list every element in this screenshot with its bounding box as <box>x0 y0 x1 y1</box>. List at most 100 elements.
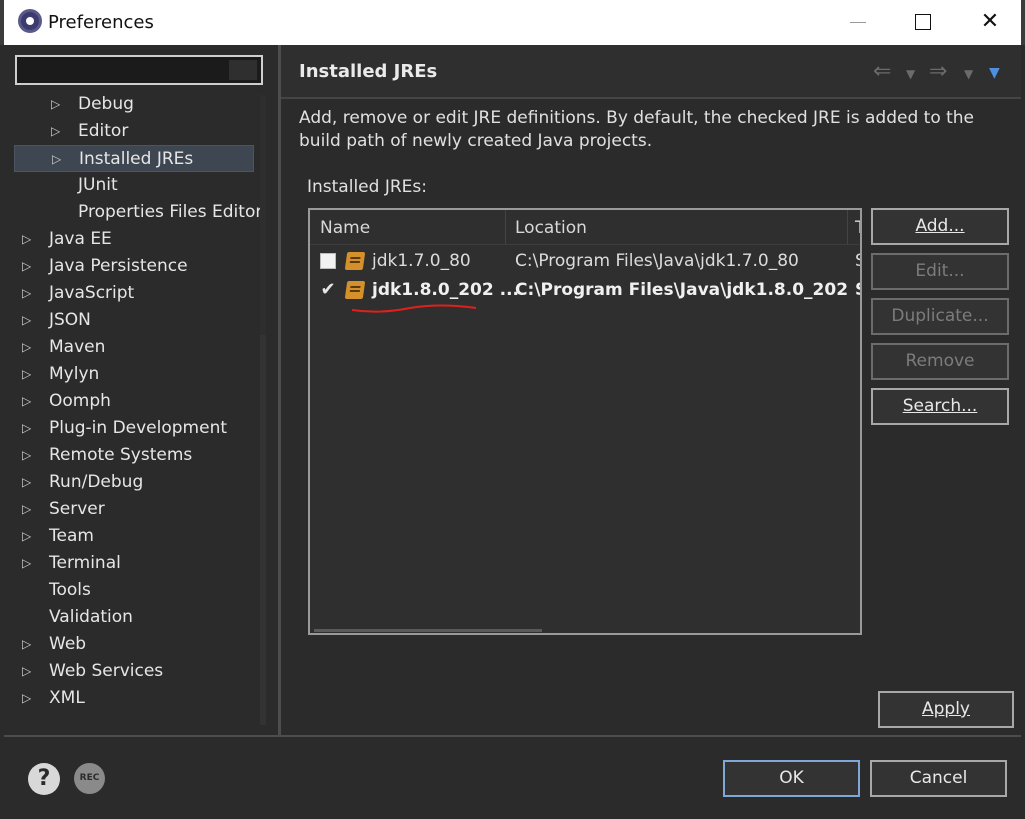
jre-checkbox-checked[interactable]: ✔ <box>320 281 336 299</box>
remove-button[interactable]: Remove <box>871 343 1009 380</box>
expand-triangle-icon[interactable]: ▷ <box>22 523 36 550</box>
jre-name: jdk1.7.0_80 <box>372 251 471 271</box>
sidebar-item-java-ee[interactable]: ▷ Java EE <box>14 226 254 253</box>
sidebar-item-terminal[interactable]: ▷ Terminal <box>14 550 254 577</box>
back-arrow-icon[interactable]: ⇐ <box>873 59 891 84</box>
table-horizontal-scrollbar[interactable] <box>314 629 542 632</box>
forward-arrow-icon[interactable]: ⇒ <box>929 59 947 84</box>
sidebar-item-label: Remote Systems <box>49 445 193 465</box>
jre-checkbox[interactable] <box>320 253 336 269</box>
expand-triangle-icon[interactable]: ▷ <box>22 496 36 523</box>
expand-triangle-icon[interactable]: ▷ <box>22 361 36 388</box>
sidebar-item-installed-jres[interactable]: ▷ Installed JREs <box>14 145 254 172</box>
sidebar-item-label: Properties Files Editor <box>78 202 263 222</box>
edit-button-label: Edit... <box>915 261 965 281</box>
expand-triangle-icon[interactable]: ▷ <box>52 146 66 173</box>
expand-triangle-icon[interactable]: ▷ <box>22 307 36 334</box>
expand-triangle-icon[interactable]: ▷ <box>22 658 36 685</box>
sidebar-item-run-debug[interactable]: ▷ Run/Debug <box>14 469 254 496</box>
sidebar-item-xml[interactable]: ▷ XML <box>14 685 254 712</box>
expand-triangle-icon[interactable]: ▷ <box>22 469 36 496</box>
expand-triangle-icon[interactable]: ▷ <box>22 226 36 253</box>
expand-triangle-icon[interactable]: ▷ <box>22 253 36 280</box>
expand-triangle-icon[interactable]: ▷ <box>22 442 36 469</box>
sidebar-item-properties-files-editor[interactable]: Properties Files Editor <box>14 199 262 226</box>
add-button[interactable]: Add... <box>871 208 1009 245</box>
page-description: Add, remove or edit JRE definitions. By … <box>299 108 975 151</box>
tree-scrollbar-thumb[interactable] <box>260 95 266 335</box>
installed-jres-label: Installed JREs: <box>307 177 427 197</box>
back-dropdown-icon[interactable]: ▼ <box>906 67 915 81</box>
sidebar-item-remote-systems[interactable]: ▷ Remote Systems <box>14 442 254 469</box>
sidebar-item-junit[interactable]: JUnit <box>14 172 254 199</box>
cancel-button[interactable]: Cancel <box>870 760 1007 797</box>
expand-triangle-icon[interactable]: ▷ <box>22 280 36 307</box>
sidebar-item-validation[interactable]: Validation <box>14 604 254 631</box>
filter-input[interactable] <box>15 55 263 85</box>
expand-triangle-icon[interactable]: ▷ <box>22 685 36 712</box>
add-button-label: Add... <box>915 216 965 236</box>
jre-library-icon <box>344 252 366 270</box>
jre-type: S <box>855 280 860 300</box>
sidebar-item-editor[interactable]: ▷ Editor <box>14 118 254 145</box>
sidebar-item-label: Team <box>49 526 94 546</box>
sidebar-item-web-services[interactable]: ▷ Web Services <box>14 658 254 685</box>
sidebar-item-label: Tools <box>49 580 91 600</box>
column-separator[interactable] <box>505 210 506 244</box>
record-macro-icon[interactable]: REC <box>74 763 105 794</box>
column-header-name[interactable]: Name <box>320 218 370 238</box>
expand-triangle-icon[interactable]: ▷ <box>22 550 36 577</box>
ok-button-label: OK <box>779 768 804 788</box>
sidebar-item-team[interactable]: ▷ Team <box>14 523 254 550</box>
sidebar-item-json[interactable]: ▷ JSON <box>14 307 254 334</box>
window-title: Preferences <box>48 12 154 33</box>
expand-triangle-icon[interactable]: ▷ <box>22 334 36 361</box>
sidebar-item-javascript[interactable]: ▷ JavaScript <box>14 280 254 307</box>
sidebar-item-maven[interactable]: ▷ Maven <box>14 334 254 361</box>
expand-triangle-icon[interactable]: ▷ <box>22 415 36 442</box>
expand-triangle-icon[interactable]: ▷ <box>51 91 65 118</box>
column-header-type[interactable]: T <box>855 218 860 238</box>
view-menu-icon[interactable]: ▼ <box>989 65 1000 81</box>
column-separator[interactable] <box>847 210 848 244</box>
sidebar-item-label: Mylyn <box>49 364 100 384</box>
sidebar-item-debug[interactable]: ▷ Debug <box>14 91 254 118</box>
sidebar-item-label: Web Services <box>49 661 164 681</box>
help-icon[interactable]: ? <box>28 763 60 795</box>
sidebar-item-oomph[interactable]: ▷ Oomph <box>14 388 254 415</box>
sidebar-item-server[interactable]: ▷ Server <box>14 496 254 523</box>
sidebar-item-tools[interactable]: Tools <box>14 577 254 604</box>
expand-triangle-icon[interactable]: ▷ <box>22 388 36 415</box>
sidebar-item-java-persistence[interactable]: ▷ Java Persistence <box>14 253 254 280</box>
expand-triangle-icon[interactable]: ▷ <box>22 631 36 658</box>
ok-button[interactable]: OK <box>723 760 860 797</box>
sidebar-item-label: Server <box>49 499 105 519</box>
column-header-location[interactable]: Location <box>515 218 587 238</box>
tree-scrollbar[interactable] <box>260 95 266 725</box>
remove-button-label: Remove <box>905 351 975 371</box>
duplicate-button[interactable]: Duplicate... <box>871 298 1009 335</box>
table-row[interactable]: ✔ jdk1.8.0_202 ... C:\Program Files\Java… <box>310 276 860 313</box>
page-header: Installed JREs ⇐ ▼ ⇒ ▼ ▼ <box>281 45 1021 99</box>
sidebar-item-label: Java EE <box>49 229 112 249</box>
search-button[interactable]: Search... <box>871 388 1009 425</box>
jre-location: C:\Program Files\Java\jdk1.8.0_202 <box>515 280 849 300</box>
apply-button[interactable]: Apply <box>878 691 1014 728</box>
sidebar-item-label: Oomph <box>49 391 111 411</box>
sidebar-item-mylyn[interactable]: ▷ Mylyn <box>14 361 254 388</box>
sidebar-item-label: JUnit <box>78 175 118 195</box>
expand-triangle-icon[interactable]: ▷ <box>51 118 65 145</box>
forward-dropdown-icon[interactable]: ▼ <box>964 67 973 81</box>
edit-button[interactable]: Edit... <box>871 253 1009 290</box>
maximize-button[interactable] <box>892 0 954 45</box>
close-button[interactable]: ✕ <box>959 0 1021 45</box>
sidebar-item-label: Java Persistence <box>49 256 188 276</box>
table-row[interactable]: jdk1.7.0_80 C:\Program Files\Java\jdk1.7… <box>310 247 860 276</box>
sidebar-item-label: Installed JREs <box>79 149 194 169</box>
sidebar-item-label: Validation <box>49 607 133 627</box>
jre-location: C:\Program Files\Java\jdk1.7.0_80 <box>515 251 799 271</box>
minimize-button[interactable] <box>826 0 888 45</box>
sidebar-item-plug-in-development[interactable]: ▷ Plug-in Development <box>14 415 254 442</box>
sidebar-item-web[interactable]: ▷ Web <box>14 631 254 658</box>
title-bar: Preferences ✕ <box>0 0 1025 45</box>
